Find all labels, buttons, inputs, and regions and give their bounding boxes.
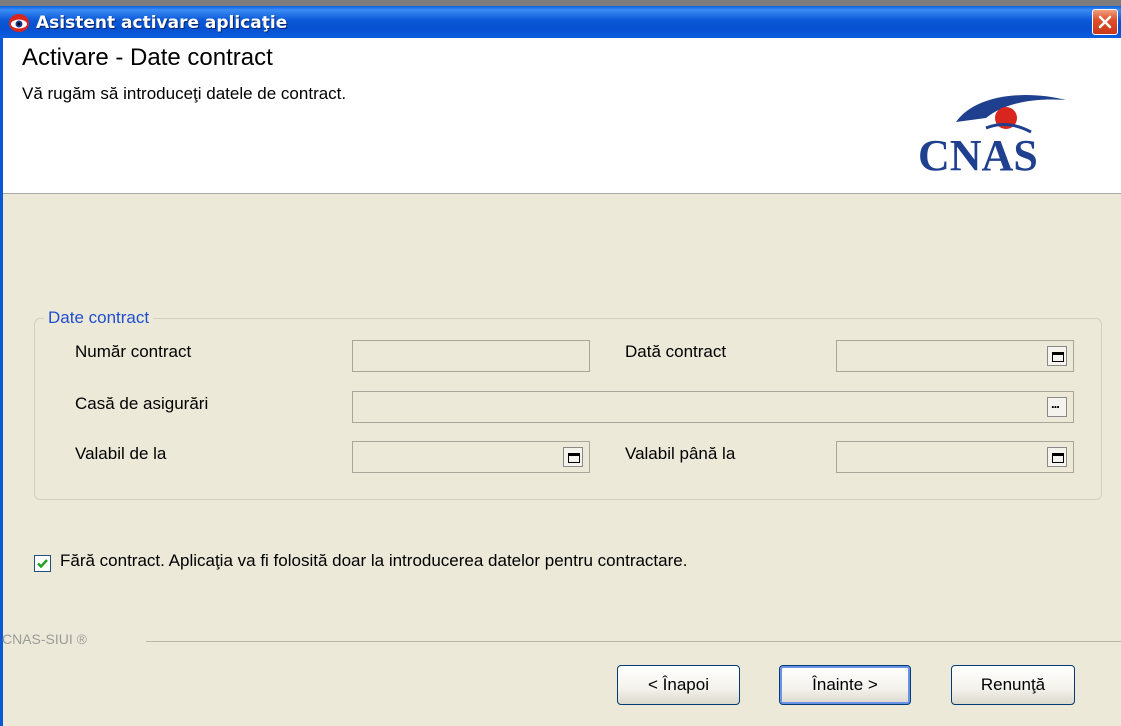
cancel-button[interactable]: Renunţă — [951, 665, 1075, 705]
back-button[interactable]: < Înapoi — [617, 665, 740, 705]
valabil-de-la-input[interactable] — [352, 441, 590, 473]
fara-contract-label[interactable]: Fără contract. Aplicaţia va fi folosită … — [60, 551, 687, 571]
close-button[interactable] — [1092, 9, 1118, 35]
page-subtitle: Vă rugăm să introduceţi datele de contra… — [22, 84, 347, 103]
numar-contract-input[interactable] — [352, 340, 590, 372]
brand-label: CNAS-SIUI ® — [2, 631, 87, 647]
browse-ellipsis-icon[interactable] — [1047, 396, 1067, 417]
wizard-window: Asistent activare aplicaţie Activare - D… — [0, 0, 1121, 726]
footer-divider — [146, 641, 1121, 642]
groupbox-legend: Date contract — [44, 308, 154, 328]
close-icon — [1098, 15, 1112, 29]
casa-asigurari-input[interactable] — [352, 391, 1074, 423]
casa-asigurari-label: Casă de asigurări — [75, 394, 209, 413]
numar-contract-label: Număr contract — [75, 342, 192, 361]
valabil-pana-la-label: Valabil până la — [625, 444, 736, 463]
window-border — [0, 38, 3, 726]
data-contract-input[interactable] — [836, 340, 1074, 372]
calendar-icon[interactable] — [1047, 346, 1067, 366]
window-title: Asistent activare aplicaţie — [36, 13, 288, 33]
app-eye-icon — [8, 12, 30, 34]
valabil-de-la-label: Valabil de la — [75, 444, 167, 463]
title-bar[interactable]: Asistent activare aplicaţie — [0, 0, 1121, 38]
fara-contract-checkbox[interactable] — [34, 555, 51, 572]
logo-text: CNAS — [918, 131, 1038, 178]
checkmark-icon — [37, 559, 48, 569]
calendar-icon[interactable] — [1047, 447, 1067, 467]
valabil-pana-la-input[interactable] — [836, 441, 1074, 473]
page-title: Activare - Date contract — [22, 44, 273, 71]
data-contract-label: Dată contract — [625, 342, 727, 361]
next-button[interactable]: Înainte > — [779, 665, 911, 705]
calendar-icon[interactable] — [563, 447, 583, 467]
cnas-logo: CNAS — [918, 95, 1066, 178]
